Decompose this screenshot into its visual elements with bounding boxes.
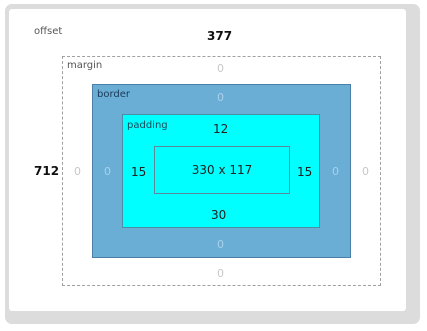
offset-top-value[interactable]: 377 [207,29,232,43]
padding-left-value[interactable]: 15 [131,165,146,179]
margin-label: margin [67,60,103,71]
border-top-value[interactable]: 0 [217,91,224,105]
margin-left-value[interactable]: 0 [74,165,81,179]
content-box[interactable]: 330 x 117 [154,146,290,194]
padding-label: padding [127,120,168,131]
border-bottom-value[interactable]: 0 [217,238,224,252]
padding-bottom-value[interactable]: 30 [211,208,226,222]
margin-right-value[interactable]: 0 [362,165,369,179]
border-left-value[interactable]: 0 [104,165,111,179]
padding-right-value[interactable]: 15 [297,165,312,179]
offset-label: offset [34,26,63,37]
border-right-value[interactable]: 0 [332,165,339,179]
margin-bottom-value[interactable]: 0 [217,267,224,281]
border-label: border [97,89,131,100]
offset-left-value[interactable]: 712 [34,164,59,178]
content-size-value: 330 x 117 [191,163,253,177]
margin-top-value[interactable]: 0 [217,62,224,76]
padding-top-value[interactable]: 12 [213,122,228,136]
